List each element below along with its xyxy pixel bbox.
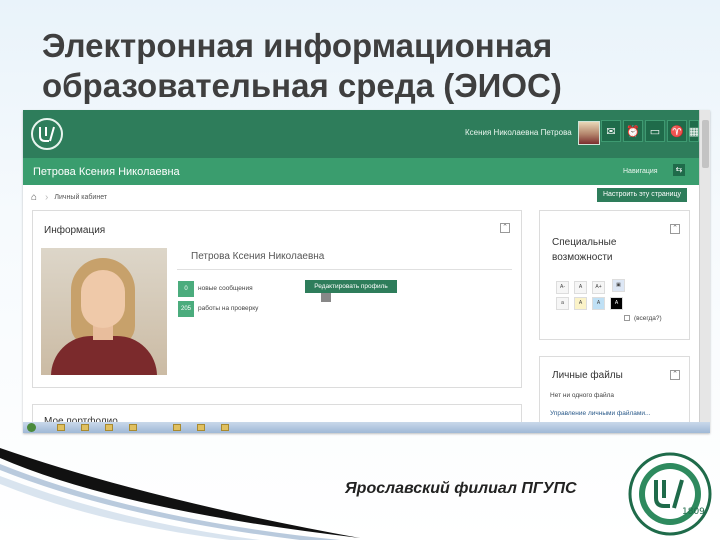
os-taskbar	[23, 422, 710, 433]
seal-year: 1809	[682, 507, 705, 517]
grading-label[interactable]: работы на проверку	[198, 305, 258, 312]
page-heading: Петрова Ксения Николаевна	[33, 166, 180, 178]
lms-screenshot: Ксения Николаевна Петрова ✉ ⏰ ▭ ♈ ▦ Петр…	[23, 110, 710, 433]
taskbar-app-icon[interactable]	[197, 424, 205, 431]
university-seal-logo: 1809	[628, 452, 712, 536]
font-increase-button[interactable]: A+	[592, 281, 605, 294]
no-files-text: Нет ни одного файла	[550, 392, 615, 399]
university-logo[interactable]	[31, 118, 63, 150]
font-reset-button[interactable]: A	[574, 281, 587, 294]
accessibility-title-line-2: возможности	[552, 252, 613, 263]
collapse-icon[interactable]: ⌃	[500, 223, 510, 233]
profile-photo	[41, 248, 167, 375]
edit-profile-button[interactable]: Редактировать профиль	[305, 280, 397, 293]
calendar-icon[interactable]: ⏰	[623, 120, 643, 142]
page-header-bar: Петрова Ксения Николаевна Навигация ⇆	[23, 158, 699, 185]
info-panel-title: Информация	[44, 225, 106, 236]
profile-name: Петрова Ксения Николаевна	[177, 251, 331, 302]
user-menu-name[interactable]: Ксения Николаевна Петрова	[465, 128, 572, 137]
scrollbar-thumb[interactable]	[702, 120, 709, 168]
taskbar-app-icon[interactable]	[105, 424, 113, 431]
home-icon[interactable]: ⌂	[31, 192, 37, 203]
color-scheme-blue-button[interactable]: A	[592, 297, 605, 310]
grid-icon[interactable]: ▦	[689, 120, 699, 142]
always-checkbox[interactable]	[624, 315, 630, 321]
navigation-toggle-icon[interactable]: ⇆	[673, 164, 685, 176]
taskbar-app-icon[interactable]	[81, 424, 89, 431]
breadcrumb-current[interactable]: Личный кабинет	[54, 194, 107, 201]
color-scheme-yellow-button[interactable]: A	[574, 297, 587, 310]
slide-title: Электронная информационная образовательн…	[42, 26, 682, 106]
font-decrease-button[interactable]: A-	[556, 281, 569, 294]
grading-count-badge[interactable]: 205	[178, 301, 194, 317]
color-scheme-black-button[interactable]: A	[610, 297, 623, 310]
navigation-link[interactable]: Навигация	[623, 168, 658, 175]
start-button-icon[interactable]	[27, 423, 36, 432]
private-files-title: Личные файлы	[552, 370, 623, 381]
messages-icon[interactable]: ✉	[601, 120, 621, 142]
user-avatar[interactable]	[578, 121, 600, 145]
chat-icon[interactable]: ▭	[645, 120, 665, 142]
collapse-icon[interactable]: ⌃	[670, 370, 680, 380]
taskbar-app-icon[interactable]	[221, 424, 229, 431]
always-label: (всегда?)	[634, 315, 662, 322]
logo-emblem-icon	[39, 126, 55, 142]
breadcrumb-separator-icon: ›	[45, 191, 49, 203]
accessibility-title-line-1: Специальные	[552, 237, 617, 248]
customize-page-button[interactable]: Настроить эту страницу	[597, 188, 687, 202]
top-navbar: Ксения Николаевна Петрова ✉ ⏰ ▭ ♈ ▦	[23, 110, 699, 158]
manage-files-link[interactable]: Управление личными файлами...	[550, 410, 650, 417]
taskbar-app-icon[interactable]	[129, 424, 137, 431]
messages-count-badge[interactable]: 0	[178, 281, 194, 297]
slide-title-line-2: образовательная среда (ЭИОС)	[42, 67, 562, 104]
breadcrumb: ⌂ › Личный кабинет	[31, 190, 107, 204]
save-settings-icon[interactable]: ▣	[612, 279, 625, 292]
taskbar-app-icon[interactable]	[173, 424, 181, 431]
decorative-swoosh	[0, 448, 360, 540]
private-files-panel: Личные файлы ⌃ Нет ни одного файла Управ…	[539, 356, 690, 426]
messages-label[interactable]: новые сообщения	[198, 285, 253, 292]
info-panel: Информация ⌃ Петрова Ксения Николаевна 0…	[32, 210, 522, 388]
accessibility-panel: Специальные возможности ⌃ A- A A+ ▣ a A …	[539, 210, 690, 340]
taskbar-app-icon[interactable]	[57, 424, 65, 431]
divider	[177, 269, 512, 270]
collapse-icon[interactable]: ⌃	[670, 224, 680, 234]
page-scrollbar[interactable]	[699, 110, 710, 422]
color-scheme-default-button[interactable]: a	[556, 297, 569, 310]
trophy-icon[interactable]: ♈	[667, 120, 687, 142]
branch-name: Ярославский филиал ПГУПС	[345, 480, 577, 497]
slide-title-line-1: Электронная информационная	[42, 27, 553, 64]
